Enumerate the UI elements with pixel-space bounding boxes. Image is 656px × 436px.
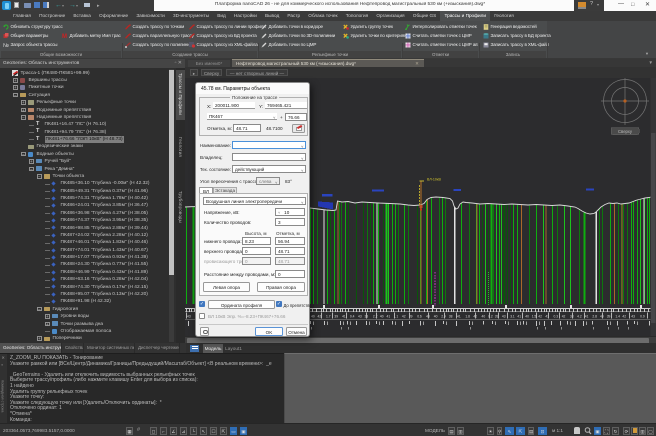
svg-text:42: 42 — [402, 314, 406, 318]
svg-text:1.7: 1.7 — [326, 314, 331, 318]
svg-text:0.9: 0.9 — [640, 314, 645, 318]
svg-text:4.2: 4.2 — [577, 314, 582, 318]
svg-text:43: 43 — [426, 314, 430, 318]
svg-text:1.5: 1.5 — [532, 314, 537, 318]
svg-text:41: 41 — [457, 314, 461, 318]
svg-text:2.8: 2.8 — [592, 314, 597, 318]
svg-text:0.4: 0.4 — [350, 314, 355, 318]
svg-text:42: 42 — [538, 314, 542, 318]
svg-text:40: 40 — [380, 314, 384, 318]
svg-text:M: M — [62, 34, 67, 39]
svg-text:42: 42 — [562, 314, 566, 318]
svg-text:3.1: 3.1 — [510, 314, 515, 318]
svg-text:42: 42 — [622, 314, 626, 318]
svg-text:43: 43 — [187, 314, 191, 318]
svg-text:43: 43 — [631, 314, 635, 318]
svg-text:38: 38 — [449, 314, 453, 318]
svg-text:ВЛ-10кВ: ВЛ-10кВ — [427, 178, 441, 182]
svg-text:1.4: 1.4 — [615, 314, 620, 318]
svg-text:40: 40 — [525, 314, 529, 318]
svg-text:0.6: 0.6 — [417, 314, 422, 318]
svg-text:41: 41 — [517, 314, 521, 318]
svg-text:39: 39 — [334, 314, 338, 318]
svg-text:42: 42 — [318, 314, 322, 318]
svg-text:0.3: 0.3 — [554, 314, 559, 318]
svg-text:40: 40 — [482, 314, 486, 318]
svg-text:39: 39 — [495, 314, 499, 318]
svg-text:41: 41 — [585, 314, 589, 318]
svg-text:40: 40 — [311, 314, 315, 318]
svg-text:43: 43 — [502, 314, 506, 318]
svg-text:№: № — [3, 43, 9, 48]
svg-text:41: 41 — [387, 314, 391, 318]
svg-text:38: 38 — [570, 314, 574, 318]
svg-text:0.2: 0.2 — [488, 314, 493, 318]
svg-text:Сверху: Сверху — [618, 129, 633, 134]
svg-text:41: 41 — [342, 314, 346, 318]
svg-text:40: 40 — [434, 314, 438, 318]
svg-text:40: 40 — [600, 314, 604, 318]
svg-text:43: 43 — [358, 314, 362, 318]
svg-text:2.2: 2.2 — [373, 314, 378, 318]
svg-text:1.8: 1.8 — [465, 314, 470, 318]
svg-text:39: 39 — [607, 314, 611, 318]
svg-text:2.9: 2.9 — [441, 314, 446, 318]
